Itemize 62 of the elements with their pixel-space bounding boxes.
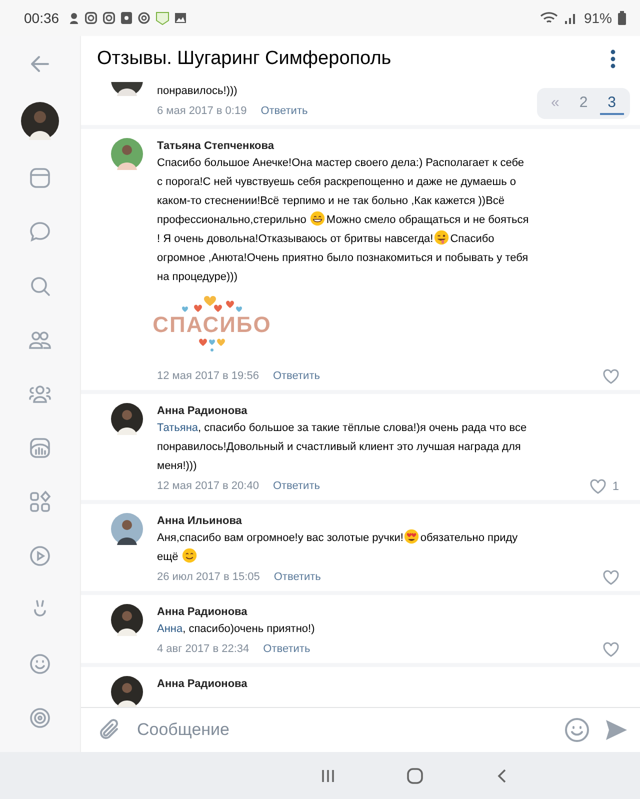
more-icon[interactable] bbox=[610, 49, 616, 69]
comment-date: 12 мая 2017 в 20:40 bbox=[157, 480, 259, 492]
author-name[interactable]: Татьяна Степченкова bbox=[157, 138, 529, 154]
camera-app-icon bbox=[85, 12, 98, 24]
reply-link[interactable]: Ответить bbox=[272, 480, 320, 492]
attach-icon[interactable] bbox=[97, 718, 121, 742]
author-name[interactable]: Анна Ильинова bbox=[157, 513, 529, 529]
comment-text: Анна, спасибо)очень приятно!) bbox=[157, 622, 316, 637]
comment-date: 12 мая 2017 в 19:56 bbox=[157, 370, 259, 382]
sticker-text: СПАСИБО bbox=[152, 312, 272, 338]
hearts-drawing bbox=[182, 295, 242, 312]
recent-apps-icon[interactable] bbox=[320, 768, 336, 784]
wifi-icon bbox=[540, 11, 558, 25]
message-field[interactable]: Сообщение bbox=[135, 719, 550, 741]
clock-time: 00:36 bbox=[24, 10, 60, 26]
like-icon[interactable] bbox=[603, 570, 619, 584]
like-icon[interactable] bbox=[590, 478, 606, 494]
comment-text: Аня,спасибо вам огромное!у вас золотые ручки! обязательно приду ещё bbox=[157, 529, 529, 567]
page-button[interactable]: 3 bbox=[600, 92, 624, 115]
comment-date: 4 авг 2017 в 22:34 bbox=[157, 643, 250, 655]
smile-icon[interactable] bbox=[28, 652, 52, 676]
mention-link[interactable]: Анна bbox=[157, 623, 183, 635]
page-title: Отзывы. Шугаринг Симферополь bbox=[97, 48, 392, 70]
home-icon[interactable] bbox=[406, 766, 424, 784]
image-icon bbox=[175, 13, 186, 23]
target-icon[interactable] bbox=[28, 706, 52, 730]
like-count: 1 bbox=[612, 479, 619, 493]
battery-percent: 91% bbox=[584, 10, 612, 26]
smiling-emoji-icon bbox=[182, 548, 198, 563]
comment-date: 26 июл 2017 в 15:05 bbox=[157, 571, 260, 583]
shield-icon bbox=[156, 12, 170, 24]
emoji-icon[interactable] bbox=[564, 717, 590, 743]
square-app-icon bbox=[121, 12, 132, 24]
author-name[interactable]: Анна Радионова bbox=[157, 676, 529, 692]
author-name[interactable]: Анна Радионова bbox=[157, 403, 529, 419]
search-icon[interactable] bbox=[28, 274, 52, 298]
comment-date: 6 мая 2017 в 0:19 bbox=[157, 105, 247, 117]
news-icon[interactable] bbox=[28, 166, 52, 190]
grinning-emoji-icon bbox=[310, 211, 326, 226]
reply-link[interactable]: Ответить bbox=[260, 105, 308, 117]
author-name[interactable]: Анна Радионова bbox=[157, 604, 529, 620]
reply-link[interactable]: Ответить bbox=[263, 643, 310, 655]
comment-text: Татьяна, спасибо большое за такие тёплые слова!)я очень рада что все понравилось!Довольный и счастливый клиент это лучшая награда для меня!))) bbox=[157, 421, 528, 474]
comment-text: понравилось!))) bbox=[157, 84, 238, 99]
chat-bubble-icon[interactable] bbox=[28, 220, 52, 244]
notification-icon bbox=[69, 12, 80, 24]
reply-link[interactable]: Ответить bbox=[274, 571, 321, 583]
winking-emoji-icon bbox=[434, 230, 450, 245]
like-icon[interactable] bbox=[603, 368, 619, 384]
hearts-drawing bbox=[199, 338, 225, 352]
signal-icon bbox=[564, 11, 578, 25]
like-icon[interactable] bbox=[603, 642, 619, 656]
play-icon[interactable] bbox=[28, 544, 52, 568]
camera-app-icon bbox=[103, 12, 116, 24]
chart-icon[interactable] bbox=[28, 436, 52, 460]
services-icon[interactable] bbox=[28, 490, 52, 514]
reply-link[interactable]: Ответить bbox=[272, 370, 320, 382]
send-icon[interactable] bbox=[604, 719, 628, 741]
heart-eyes-emoji-icon bbox=[404, 529, 420, 544]
battery-icon bbox=[618, 11, 626, 25]
comment-text: Спасибо большое Анечке!Она мастер своего дела:) Располагает к себе с порога!С ней чувствуешь себя раскрепощенно и даже не думаешь о каком-то стеснении!Всё терпимо и не так больно ,Как кажется ))Всё профессионально,стерильно Можно смело обращаться и не бояться ! Я очень довольна!Отказываюсь от бритвы навсегда! Спасибо огромное ,Анюта!Очень приятно было познакомиться и побывать у тебя на процедуре))) bbox=[157, 156, 529, 285]
mention-link[interactable]: Татьяна bbox=[157, 422, 198, 434]
